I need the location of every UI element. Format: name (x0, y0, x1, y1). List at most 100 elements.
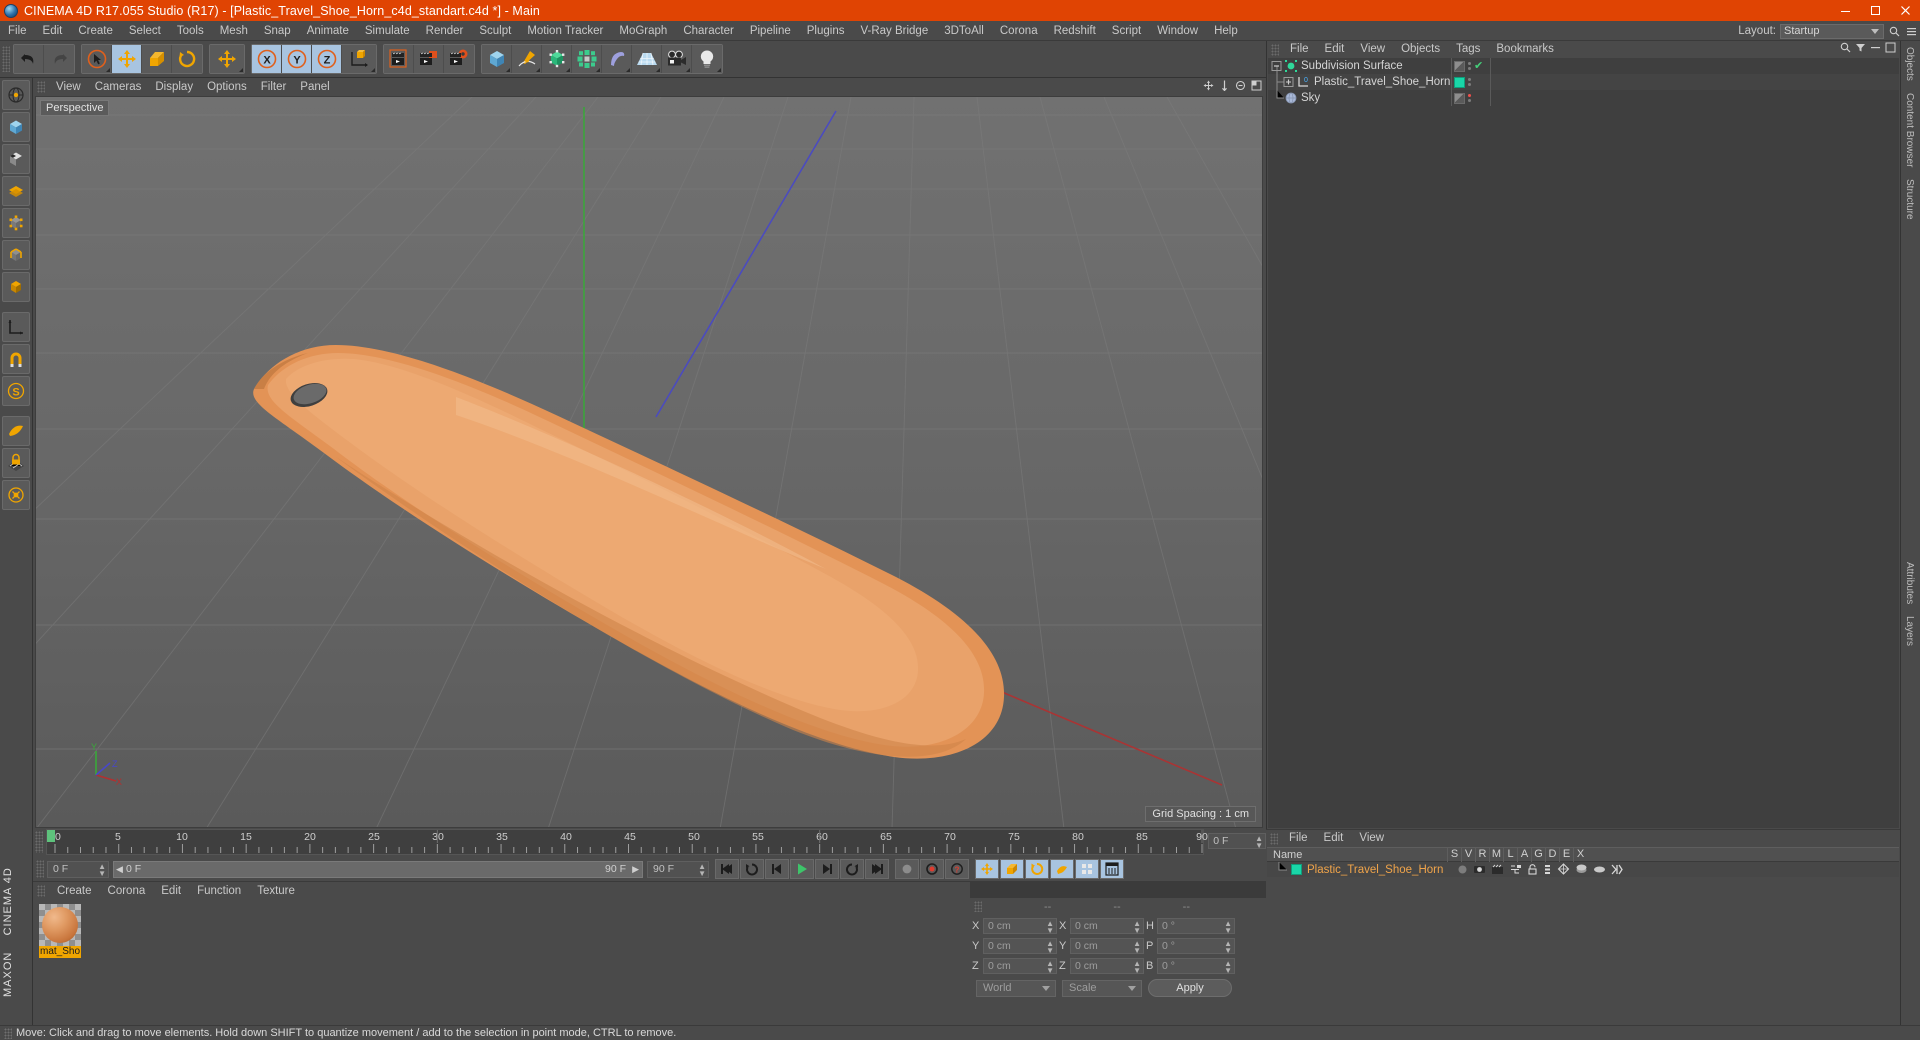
menu-help[interactable]: Help (1206, 21, 1246, 41)
column-m[interactable]: M (1489, 847, 1503, 862)
object-row-plastic-travel-shoe-horn[interactable]: 0 Plastic_Travel_Shoe_Horn (1268, 74, 1899, 90)
move-tool-button[interactable] (210, 45, 244, 73)
menu-edit[interactable]: Edit (35, 21, 71, 41)
tool-snap-s-icon[interactable]: S (2, 376, 30, 406)
add-cube-button[interactable] (482, 45, 512, 73)
add-spline-button[interactable] (512, 45, 542, 73)
render-icon[interactable] (1491, 864, 1504, 878)
viewport-3d[interactable]: Perspective Y Z X Grid Spacing: 1 cm (35, 96, 1263, 828)
menu-redshift[interactable]: Redshift (1046, 21, 1104, 41)
pan-camera-icon[interactable] (1219, 80, 1230, 94)
timeline-ruler[interactable]: 0 5 10 15 20 25 30 35 40 45 50 55 60 65 … (45, 829, 1208, 855)
tool-make-editable[interactable] (2, 112, 30, 142)
material-menu-texture[interactable]: Texture (249, 882, 303, 900)
object-menu-bookmarks[interactable]: Bookmarks (1488, 41, 1562, 58)
maximize-view-icon[interactable] (1251, 80, 1262, 94)
minimize-icon[interactable] (1830, 0, 1860, 21)
visibility-dots-icon[interactable] (1468, 94, 1471, 102)
spinner-icon[interactable]: ▲ ▼ (1133, 919, 1141, 934)
step-forward-button[interactable] (815, 859, 839, 879)
expand-icon[interactable] (1885, 42, 1896, 56)
go-to-start-button[interactable] (715, 859, 739, 879)
column-s[interactable]: S (1447, 847, 1461, 862)
drag-grip-icon[interactable] (974, 901, 982, 912)
spinner-icon[interactable]: ▲ ▼ (698, 862, 706, 877)
nurbs-button[interactable] (542, 45, 572, 73)
rotation-key-button[interactable] (1025, 859, 1049, 879)
menu-plugins[interactable]: Plugins (799, 21, 853, 41)
menu-3dtoall[interactable]: 3DToAll (936, 21, 992, 41)
preview-range-slider[interactable]: ◀ 0 F 90 F ▶ (113, 860, 643, 878)
material-menu-edit[interactable]: Edit (153, 882, 189, 900)
size-y-input[interactable]: 0 cm ▲ ▼ (1070, 937, 1144, 954)
move-camera-icon[interactable] (1203, 80, 1214, 94)
scale-key-button[interactable] (1000, 859, 1024, 879)
menu-file[interactable]: File (0, 21, 35, 41)
spinner-icon[interactable]: ▲ ▼ (1046, 959, 1054, 974)
record-keyframe-button[interactable] (895, 859, 919, 879)
collapse-icon[interactable] (1870, 42, 1881, 56)
rot-b-input[interactable]: 0 ° ▲ ▼ (1157, 957, 1235, 974)
object-menu-tags[interactable]: Tags (1448, 41, 1488, 58)
spinner-icon[interactable]: ▲ ▼ (1046, 939, 1054, 954)
column-d[interactable]: D (1545, 847, 1559, 862)
tool-left-hand[interactable] (2, 312, 30, 342)
move-button[interactable] (112, 45, 142, 73)
render-view-button[interactable] (384, 45, 414, 73)
animation-icon[interactable] (1543, 864, 1552, 878)
menu-render[interactable]: Render (418, 21, 472, 41)
object-menu-view[interactable]: View (1352, 41, 1393, 58)
object-row-subdivision-surface[interactable]: Subdivision Surface ✔ (1268, 58, 1899, 74)
viewport-menu-filter[interactable]: Filter (254, 78, 294, 96)
dock-tab-objects[interactable]: Objects (1901, 41, 1918, 87)
tool-workplane[interactable] (2, 416, 30, 446)
viewport-menu-display[interactable]: Display (148, 78, 200, 96)
tool-viewport-solo[interactable] (2, 144, 30, 174)
menu-motion-tracker[interactable]: Motion Tracker (519, 21, 611, 41)
tool-texture-axis[interactable] (2, 176, 30, 206)
tool-magnet[interactable] (2, 344, 30, 374)
spinner-icon[interactable]: ▲ ▼ (1255, 835, 1263, 850)
xpresso-icon[interactable] (1611, 864, 1623, 878)
menu-character[interactable]: Character (675, 21, 742, 41)
menu-mesh[interactable]: Mesh (212, 21, 256, 41)
position-key-button[interactable] (975, 859, 999, 879)
object-menu-edit[interactable]: Edit (1317, 41, 1353, 58)
spinner-icon[interactable]: ▲ ▼ (1133, 939, 1141, 954)
layer-row[interactable]: Plastic_Travel_Shoe_Horn (1267, 862, 1899, 877)
layer-menu-view[interactable]: View (1351, 830, 1392, 847)
column-g[interactable]: G (1531, 847, 1545, 862)
render-to-picture-viewer-button[interactable] (414, 45, 444, 73)
viewport-menu-cameras[interactable]: Cameras (88, 78, 149, 96)
column-a[interactable]: A (1517, 847, 1531, 862)
pos-y-input[interactable]: 0 cm ▲ ▼ (983, 937, 1057, 954)
dock-tab-layers[interactable]: Layers (1901, 610, 1918, 652)
tool-model-mode[interactable] (2, 80, 30, 110)
camera-button[interactable] (662, 45, 692, 73)
tool-lock-grid[interactable] (2, 448, 30, 478)
menu-select[interactable]: Select (121, 21, 169, 41)
floor-button[interactable] (632, 45, 662, 73)
viewport-menu-panel[interactable]: Panel (293, 78, 336, 96)
column-e[interactable]: E (1559, 847, 1573, 862)
range-right-arrow-icon[interactable]: ▶ (632, 864, 639, 875)
pla-key-button[interactable] (1050, 859, 1074, 879)
layout-select[interactable]: Startup (1780, 23, 1884, 39)
drag-grip-icon[interactable] (36, 860, 44, 878)
filter-icon[interactable] (1855, 42, 1866, 56)
lock-z-button[interactable]: Z (312, 45, 342, 73)
timeline-frame-field[interactable]: 0 F ▲ ▼ (1208, 833, 1266, 850)
close-icon[interactable] (1890, 0, 1920, 21)
column-r[interactable]: R (1475, 847, 1489, 862)
menu-mograph[interactable]: MoGraph (611, 21, 675, 41)
material-menu-corona[interactable]: Corona (100, 882, 154, 900)
render-settings-button[interactable] (444, 45, 474, 73)
spinner-icon[interactable]: ▲ ▼ (1224, 939, 1232, 954)
material-menu-create[interactable]: Create (49, 882, 100, 900)
drag-grip-icon[interactable] (1270, 832, 1278, 845)
material-menu-function[interactable]: Function (189, 882, 249, 900)
rot-p-input[interactable]: 0 ° ▲ ▼ (1157, 937, 1235, 954)
menu-create[interactable]: Create (70, 21, 121, 41)
lock-y-button[interactable]: Y (282, 45, 312, 73)
rotate-button[interactable] (172, 45, 202, 73)
